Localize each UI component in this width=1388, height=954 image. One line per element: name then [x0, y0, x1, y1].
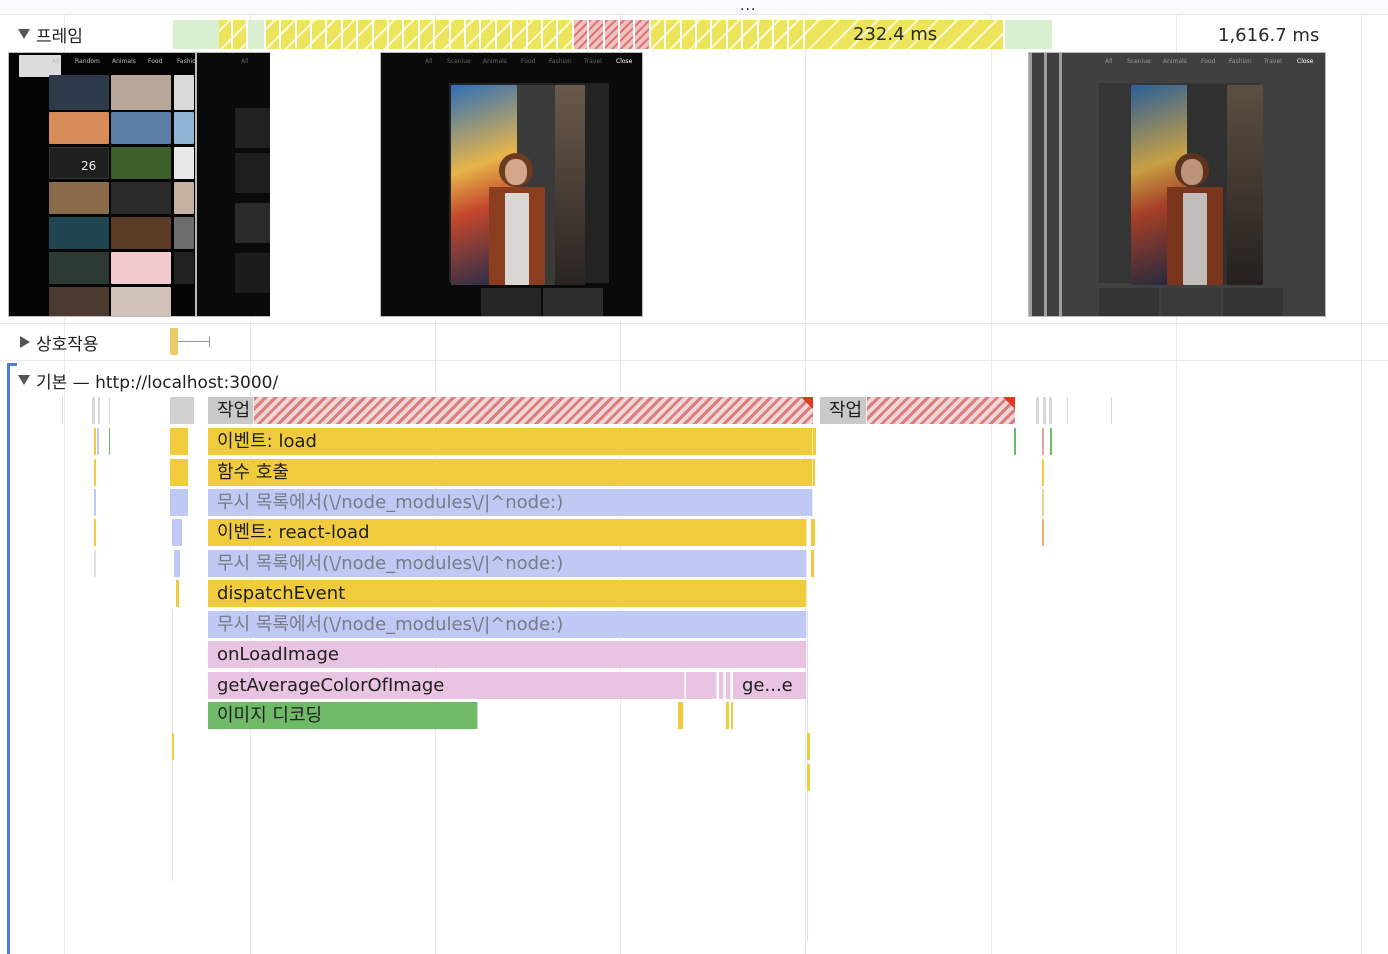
frame-segment[interactable]: [173, 20, 219, 49]
long-task-overtime-hatch[interactable]: [254, 397, 813, 424]
event-load-bar[interactable]: 이벤트: load: [208, 428, 813, 455]
ignore-list-bar[interactable]: 무시 목록에서(\/node_modules\/|^node:): [208, 611, 807, 638]
function-call-bar[interactable]: 함수 호출: [208, 459, 813, 486]
interactions-track-label: 상호작용: [36, 334, 99, 355]
task-bar[interactable]: 작업: [208, 397, 254, 424]
ignore-list-bar[interactable]: 무시 목록에서(\/node_modules\/|^node:): [208, 489, 813, 516]
timeline-end-time: 1,616.7 ms: [1218, 25, 1320, 46]
grid-line: [991, 15, 992, 954]
image-decoding-bar[interactable]: 이미지 디코딩: [208, 702, 478, 729]
frames-track-label: 프레임: [36, 26, 83, 47]
track-divider: [0, 360, 1388, 361]
screenshot-thumbnail-modal[interactable]: All Sceniue Animals Food Fashion Travel …: [380, 52, 643, 317]
grid-line: [1361, 15, 1362, 954]
performance-panel: ... 프레임 232.4 ms 1,616.7 ms All Random A…: [0, 0, 1388, 954]
frame-segment-long[interactable]: [649, 20, 1003, 49]
expand-triangle-down-icon[interactable]: [18, 29, 30, 39]
get-average-color-bar[interactable]: getAverageColorOfImage: [208, 672, 685, 699]
dispatch-event-bar[interactable]: dispatchEvent: [208, 580, 807, 607]
more-dots-icon[interactable]: ...: [740, 0, 756, 14]
function-sub-bar[interactable]: [726, 672, 731, 699]
long-task-warning-icon: [1003, 397, 1015, 409]
expand-triangle-down-icon[interactable]: [18, 375, 30, 385]
interaction-whisker-cap: [209, 336, 210, 347]
on-load-image-bar[interactable]: onLoadImage: [208, 641, 807, 668]
toolbar-strip: ...: [0, 0, 1388, 15]
task-bar[interactable]: 작업: [820, 397, 867, 424]
interaction-whisker: [178, 341, 210, 342]
function-sub-bar[interactable]: [719, 672, 724, 699]
interaction-marker[interactable]: [170, 328, 178, 355]
frame-segment[interactable]: [1003, 20, 1052, 49]
frame-duration-label: 232.4 ms: [853, 24, 938, 45]
main-track-header[interactable]: 기본 — http://localhost:3000/: [18, 368, 279, 393]
frame-segment[interactable]: [572, 20, 649, 49]
interactions-track-header[interactable]: 상호작용: [18, 330, 99, 355]
screenshot-thumbnail-modal-dimmed[interactable]: All Sceniue Animals Food Fashion Travel …: [1028, 52, 1326, 317]
selected-track-accent-top: [7, 363, 17, 366]
selected-track-accent: [7, 363, 10, 954]
get-average-color-truncated-bar[interactable]: ge...e: [733, 672, 807, 699]
screenshot-thumbnail[interactable]: All Random Animals Food Fashio 26: [8, 52, 196, 317]
screenshot-thumbnail[interactable]: All: [196, 52, 271, 317]
long-task-overtime-hatch[interactable]: [867, 397, 1015, 424]
long-task-warning-icon: [801, 397, 813, 409]
function-sub-bar[interactable]: [686, 672, 717, 699]
event-react-load-bar[interactable]: 이벤트: react-load: [208, 519, 807, 546]
frame-segment[interactable]: [248, 20, 264, 49]
ignore-list-bar[interactable]: 무시 목록에서(\/node_modules\/|^node:): [208, 550, 807, 577]
main-track-label: 기본 — http://localhost:3000/: [36, 372, 279, 393]
track-divider: [0, 323, 1388, 324]
frames-track-header[interactable]: 프레임: [18, 22, 83, 47]
collapse-triangle-right-icon[interactable]: [20, 336, 30, 348]
